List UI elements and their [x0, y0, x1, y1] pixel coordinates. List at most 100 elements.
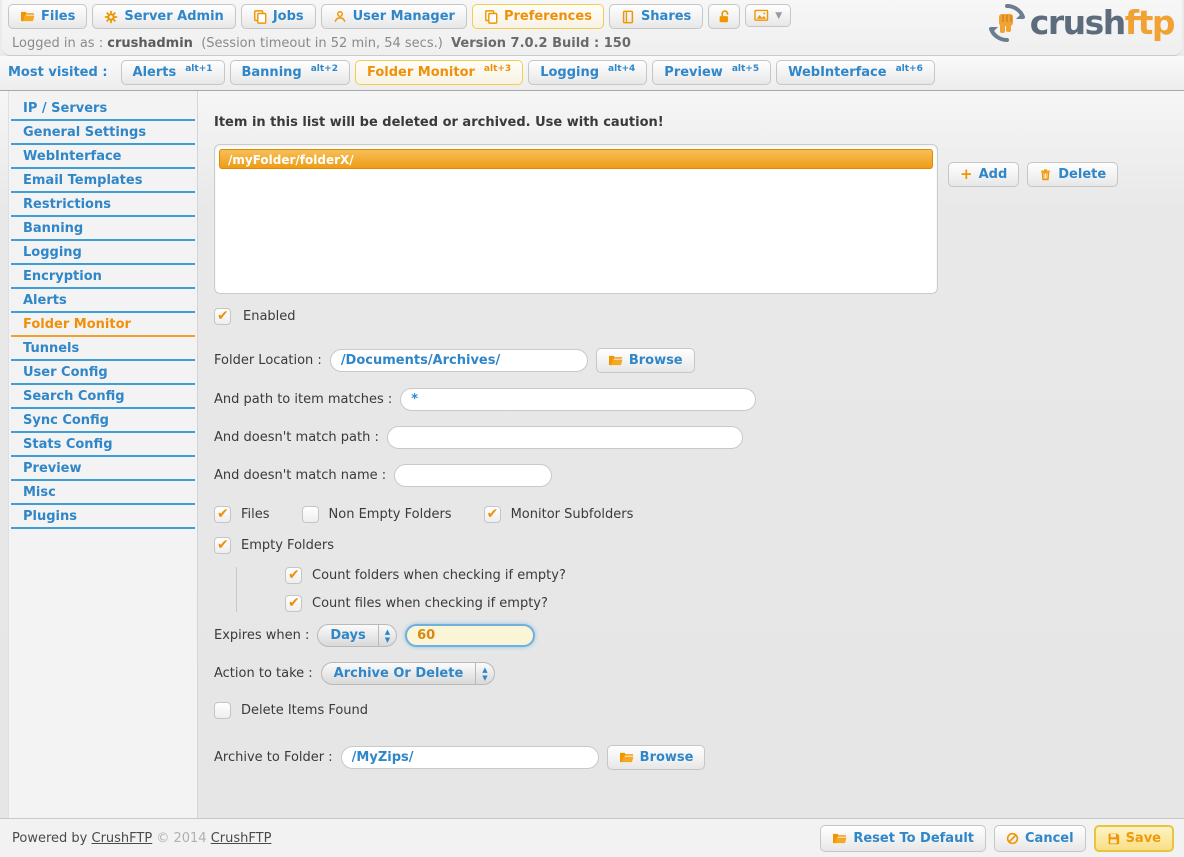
- not-match-path-input[interactable]: [387, 426, 743, 449]
- clipboard-icon: [253, 10, 267, 24]
- reset-to-default-button[interactable]: Reset To Default: [820, 825, 986, 852]
- user-manager-button[interactable]: User Manager: [321, 4, 467, 29]
- tab-folder-monitor[interactable]: Folder Monitoralt+3: [355, 60, 523, 85]
- tab-preview-label: Preview: [664, 65, 723, 80]
- folder-icon: [832, 832, 847, 845]
- list-item-selected[interactable]: /myFolder/folderX/: [219, 149, 933, 169]
- sidebar-item-plugins[interactable]: Plugins: [11, 505, 195, 529]
- sidebar-item-folder-monitor[interactable]: Folder Monitor: [11, 313, 195, 337]
- delete-items-found-checkbox[interactable]: [214, 702, 231, 719]
- trash-icon: [1039, 168, 1052, 182]
- most-visited-label: Most visited :: [8, 65, 108, 80]
- crushftp-link[interactable]: CrushFTP: [92, 831, 153, 846]
- folder-monitor-panel: Item in this list will be deleted or arc…: [198, 91, 1184, 818]
- top-panel: Files Server Admin Jobs User Manager Pre…: [2, 0, 1182, 56]
- version-info: Version 7.0.2 Build : 150: [451, 36, 631, 51]
- action-to-take-label: Action to take :: [214, 666, 313, 681]
- server-admin-button[interactable]: Server Admin: [92, 4, 235, 29]
- session-timeout: (Session timeout in 52 min, 54 secs.): [201, 36, 443, 51]
- empty-folder-options: Count folders when checking if empty? Co…: [236, 567, 1176, 612]
- sidebar-item-misc[interactable]: Misc: [11, 481, 195, 505]
- crushftp-link-2[interactable]: CrushFTP: [211, 831, 272, 846]
- sidebar-item-stats-config[interactable]: Stats Config: [11, 433, 195, 457]
- sidebar-item-alerts[interactable]: Alerts: [11, 289, 195, 313]
- shares-button[interactable]: Shares: [609, 4, 703, 29]
- tab-banning[interactable]: Banningalt+2: [230, 60, 350, 85]
- tab-folder-monitor-label: Folder Monitor: [367, 65, 475, 80]
- sidebar-item-logging[interactable]: Logging: [11, 241, 195, 265]
- count-files-label: Count files when checking if empty?: [312, 596, 548, 611]
- sidebar-item-encryption[interactable]: Encryption: [11, 265, 195, 289]
- files-button[interactable]: Files: [8, 4, 87, 29]
- unlock-button[interactable]: [708, 4, 740, 29]
- not-match-name-input[interactable]: [394, 464, 552, 487]
- monitored-folders-list[interactable]: /myFolder/folderX/: [214, 144, 938, 294]
- delete-button-label: Delete: [1058, 167, 1106, 182]
- user-icon: [333, 10, 347, 24]
- action-select[interactable]: Archive Or Delete ▲▼: [321, 662, 495, 685]
- crushftp-logo: crushftp: [986, 2, 1174, 44]
- expires-unit-select[interactable]: Days ▲▼: [317, 624, 397, 647]
- count-folders-checkbox[interactable]: [285, 567, 302, 584]
- sidebar-item-email-templates[interactable]: Email Templates: [11, 169, 195, 193]
- caution-text: Item in this list will be deleted or arc…: [214, 115, 1176, 130]
- jobs-button[interactable]: Jobs: [241, 4, 316, 29]
- plus-icon: +: [960, 168, 973, 181]
- non-empty-folders-checkbox[interactable]: [302, 506, 319, 523]
- path-matches-input[interactable]: [400, 388, 756, 411]
- user-manager-button-label: User Manager: [353, 9, 455, 24]
- sidebar-item-general-settings[interactable]: General Settings: [11, 121, 195, 145]
- tab-logging-shortcut: alt+4: [608, 64, 635, 74]
- expires-value-input[interactable]: [405, 624, 535, 647]
- crushftp-fist-icon: [986, 2, 1028, 44]
- sidebar-item-user-config[interactable]: User Config: [11, 361, 195, 385]
- browse-location-button[interactable]: Browse: [596, 348, 695, 373]
- count-files-checkbox[interactable]: [285, 595, 302, 612]
- sidebar-item-preview[interactable]: Preview: [11, 457, 195, 481]
- expires-when-label: Expires when :: [214, 628, 309, 643]
- empty-folders-checkbox[interactable]: [214, 537, 231, 554]
- add-button[interactable]: + Add: [948, 162, 1019, 187]
- sidebar-item-search-config[interactable]: Search Config: [11, 385, 195, 409]
- enabled-checkbox[interactable]: [214, 308, 231, 325]
- non-empty-folders-label: Non Empty Folders: [329, 507, 452, 522]
- tab-logging-label: Logging: [540, 65, 599, 80]
- preferences-button[interactable]: Preferences: [472, 4, 604, 29]
- image-menu-button[interactable]: ▼: [745, 4, 791, 27]
- reset-to-default-label: Reset To Default: [853, 831, 974, 846]
- archive-folder-input[interactable]: [341, 746, 599, 769]
- monitor-subfolders-checkbox[interactable]: [484, 506, 501, 523]
- path-matches-label: And path to item matches :: [214, 392, 392, 407]
- delete-button[interactable]: Delete: [1027, 162, 1118, 187]
- sidebar-item-banning[interactable]: Banning: [11, 217, 195, 241]
- jobs-button-label: Jobs: [273, 9, 304, 24]
- tab-alerts[interactable]: Alertsalt+1: [121, 60, 225, 85]
- copyright-text: © 2014: [156, 831, 206, 846]
- cancel-icon: [1006, 832, 1019, 845]
- save-button[interactable]: Save: [1094, 825, 1174, 852]
- sidebar-item-webinterface[interactable]: WebInterface: [11, 145, 195, 169]
- sidebar-item-restrictions[interactable]: Restrictions: [11, 193, 195, 217]
- preferences-button-label: Preferences: [504, 9, 592, 24]
- logo-crush: crush: [1030, 3, 1125, 42]
- files-checkbox[interactable]: [214, 506, 231, 523]
- archive-folder-label: Archive to Folder :: [214, 750, 333, 765]
- save-button-label: Save: [1126, 831, 1161, 846]
- folder-icon: [608, 354, 623, 367]
- sidebar-item-ip-servers[interactable]: IP / Servers: [11, 97, 195, 121]
- cancel-button[interactable]: Cancel: [994, 825, 1086, 852]
- cancel-button-label: Cancel: [1025, 831, 1074, 846]
- chevron-down-icon: ▼: [775, 11, 782, 21]
- sidebar-item-sync-config[interactable]: Sync Config: [11, 409, 195, 433]
- shares-button-label: Shares: [641, 9, 691, 24]
- tab-preview[interactable]: Previewalt+5: [652, 60, 771, 85]
- not-match-path-label: And doesn't match path :: [214, 430, 379, 445]
- tab-logging[interactable]: Logging alt+4: [528, 60, 647, 85]
- not-match-name-label: And doesn't match name :: [214, 468, 386, 483]
- main-area: IP / Servers General Settings WebInterfa…: [0, 91, 1184, 818]
- folder-location-input[interactable]: [330, 349, 588, 372]
- sidebar-item-tunnels[interactable]: Tunnels: [11, 337, 195, 361]
- browse-archive-label: Browse: [640, 750, 694, 765]
- tab-webinterface[interactable]: WebInterfacealt+6: [776, 60, 935, 85]
- browse-archive-button[interactable]: Browse: [607, 745, 706, 770]
